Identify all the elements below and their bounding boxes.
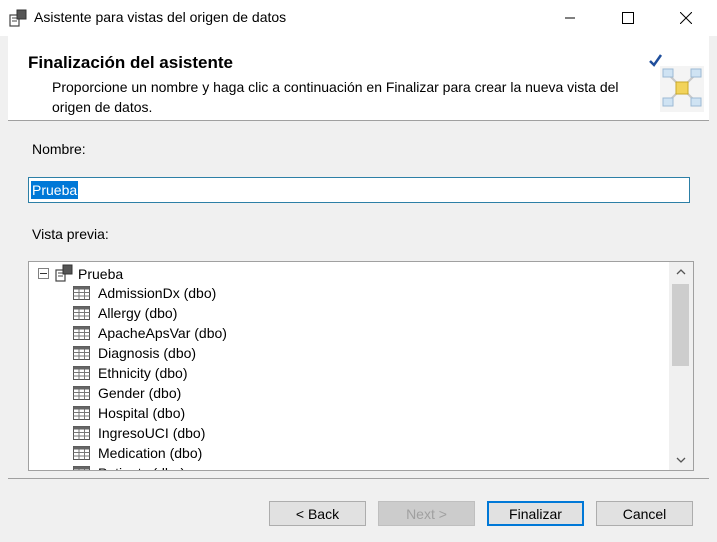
close-button[interactable] <box>663 0 709 36</box>
table-icon <box>73 426 90 440</box>
close-icon <box>680 12 692 24</box>
minimize-button[interactable] <box>547 0 593 36</box>
name-field[interactable]: Prueba <box>28 177 690 203</box>
tree-item-label: Medication (dbo) <box>98 445 203 461</box>
collapse-icon[interactable] <box>38 268 49 279</box>
tree-item[interactable]: IngresoUCI (dbo) <box>73 424 653 444</box>
table-icon <box>73 366 90 380</box>
scroll-down-button[interactable] <box>669 450 693 470</box>
table-icon <box>73 346 90 360</box>
back-button[interactable]: < Back <box>269 501 366 526</box>
footer-divider <box>8 478 709 479</box>
tree-item-label: ApacheApsVar (dbo) <box>98 325 227 341</box>
tree-item-label: Allergy (dbo) <box>98 305 178 321</box>
table-icon <box>73 286 90 300</box>
title-bar: Asistente para vistas del origen de dato… <box>0 0 717 36</box>
next-button[interactable]: Next > <box>378 501 475 526</box>
finish-button[interactable]: Finalizar <box>487 501 584 526</box>
minimize-icon <box>565 17 575 19</box>
table-icon <box>73 306 90 320</box>
vertical-scrollbar[interactable] <box>669 262 693 470</box>
tree-item-label: Gender (dbo) <box>98 385 182 401</box>
wizard-header: Finalización del asistente Proporcione u… <box>8 36 709 121</box>
chevron-down-icon <box>676 457 686 463</box>
table-icon <box>73 326 90 340</box>
chevron-up-icon <box>676 269 686 275</box>
table-icon <box>73 446 90 460</box>
maximize-button[interactable] <box>605 0 651 36</box>
preview-tree[interactable]: Prueba AdmissionDx (dbo) Allergy (dbo) Apa… <box>28 261 694 471</box>
table-icon <box>73 406 90 420</box>
tree-item[interactable]: Medication (dbo) <box>73 444 653 464</box>
scroll-up-button[interactable] <box>669 262 693 282</box>
tree-item-label: Hospital (dbo) <box>98 405 186 421</box>
wizard-complete-graphic-icon <box>649 54 704 112</box>
tree-item-label: Diagnosis (dbo) <box>98 345 197 361</box>
maximize-icon <box>622 12 634 24</box>
tree-item[interactable]: Diagnosis (dbo) <box>73 344 653 364</box>
tree-item[interactable]: Allergy (dbo) <box>73 304 653 324</box>
name-label: Nombre: <box>32 141 86 157</box>
name-field-value: Prueba <box>31 181 79 199</box>
page-description: Proporcione un nombre y haga clic a cont… <box>52 79 619 115</box>
tree-item[interactable]: Hospital (dbo) <box>73 404 653 424</box>
tree-item-label: Patients (dbo) <box>98 465 185 470</box>
window-title: Asistente para vistas del origen de dato… <box>34 9 287 25</box>
tree-item[interactable]: AdmissionDx (dbo) <box>73 284 653 304</box>
tree-item-label: AdmissionDx (dbo) <box>98 285 217 301</box>
tree-item-label: IngresoUCI (dbo) <box>98 425 206 441</box>
tree-item[interactable]: ApacheApsVar (dbo) <box>73 324 653 344</box>
tree-item[interactable]: Ethnicity (dbo) <box>73 364 653 384</box>
table-icon <box>73 466 90 470</box>
tree-item-label: Ethnicity (dbo) <box>98 365 188 381</box>
table-icon <box>73 386 90 400</box>
tree-root-label: Prueba <box>78 266 124 282</box>
page-title: Finalización del asistente <box>28 53 234 72</box>
data-source-view-icon <box>9 9 27 27</box>
tree-item[interactable]: Patients (dbo) <box>73 464 653 470</box>
tree-item[interactable]: Gender (dbo) <box>73 384 653 404</box>
tree-root-node[interactable]: Prueba <box>29 264 669 284</box>
cancel-button[interactable]: Cancel <box>596 501 693 526</box>
data-source-view-icon <box>55 264 73 282</box>
scrollbar-thumb[interactable] <box>672 284 689 366</box>
preview-label: Vista previa: <box>32 226 109 242</box>
